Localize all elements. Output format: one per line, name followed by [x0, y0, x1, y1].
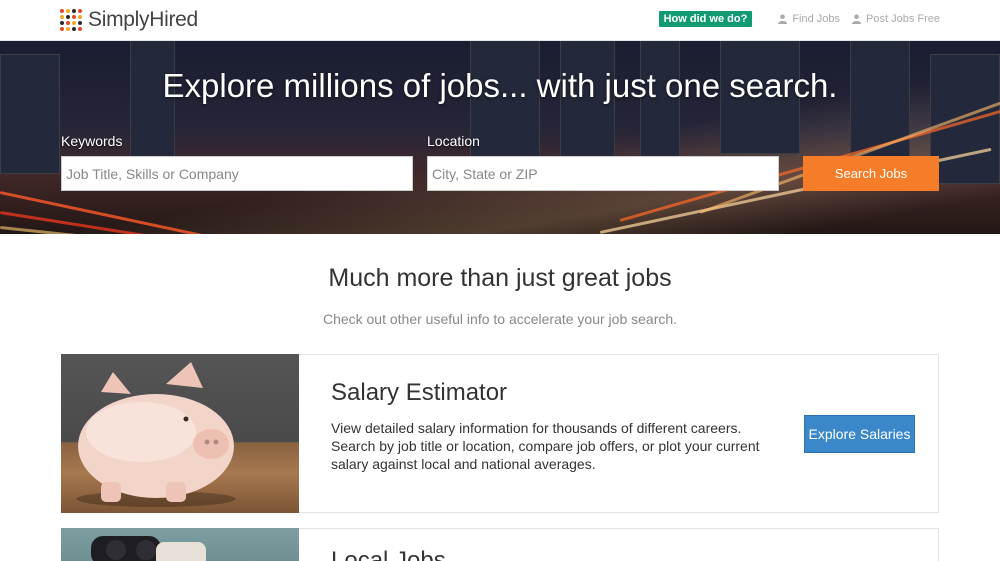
header-nav: How did we do? Find Jobs Post Jobs Free [658, 11, 940, 27]
binoculars-image [61, 528, 299, 561]
logo-dots-icon [60, 9, 82, 31]
hero-search-banner: Explore millions of jobs... with just on… [0, 41, 1000, 234]
card-description: View detailed salary information for tho… [331, 420, 760, 472]
logo-dot [60, 15, 64, 19]
logo-dot [66, 27, 70, 31]
explore-salaries-button[interactable]: Explore Salaries [804, 415, 915, 453]
top-navbar: SimplyHired How did we do? Find Jobs Pos… [0, 0, 1000, 41]
logo-dot [78, 21, 82, 25]
simplyhired-logo[interactable]: SimplyHired [60, 6, 198, 34]
location-input[interactable] [427, 156, 779, 191]
user-icon [778, 14, 788, 24]
logo-dot [66, 21, 70, 25]
logo-dot [78, 15, 82, 19]
logo-dot [66, 15, 70, 19]
keywords-input[interactable] [61, 156, 413, 191]
piggy-bank-icon [76, 362, 236, 507]
local-jobs-card: Local Jobs [61, 528, 939, 561]
logo-dot [60, 27, 64, 31]
search-jobs-button[interactable]: Search Jobs [803, 156, 939, 191]
find-jobs-link[interactable]: Find Jobs [778, 13, 840, 25]
location-label: Location [427, 133, 480, 149]
piggy-bank-image [61, 354, 299, 513]
logo-text: SimplyHired [88, 8, 198, 31]
logo-dot [72, 9, 76, 13]
post-jobs-label: Post Jobs Free [866, 13, 940, 25]
card-title: Local Jobs [331, 547, 446, 561]
salary-estimator-card: Salary Estimator View detailed salary in… [61, 354, 939, 513]
logo-dot [66, 9, 70, 13]
logo-dot [60, 9, 64, 13]
hero-headline: Explore millions of jobs... with just on… [162, 67, 838, 104]
logo-dot [72, 15, 76, 19]
keywords-label: Keywords [61, 133, 123, 149]
user-icon [852, 14, 862, 24]
card-title: Salary Estimator [331, 379, 508, 406]
post-jobs-link[interactable]: Post Jobs Free [852, 13, 940, 25]
section-title: Much more than just great jobs [328, 264, 672, 292]
feedback-button[interactable]: How did we do? [658, 11, 753, 27]
logo-dot [72, 21, 76, 25]
logo-dot [78, 9, 82, 13]
find-jobs-label: Find Jobs [792, 13, 841, 25]
logo-dot [72, 27, 76, 31]
logo-dot [60, 21, 64, 25]
binoculars-icon [91, 536, 206, 561]
section-subtitle: Check out other useful info to accelerat… [322, 311, 678, 327]
logo-dot [78, 27, 82, 31]
